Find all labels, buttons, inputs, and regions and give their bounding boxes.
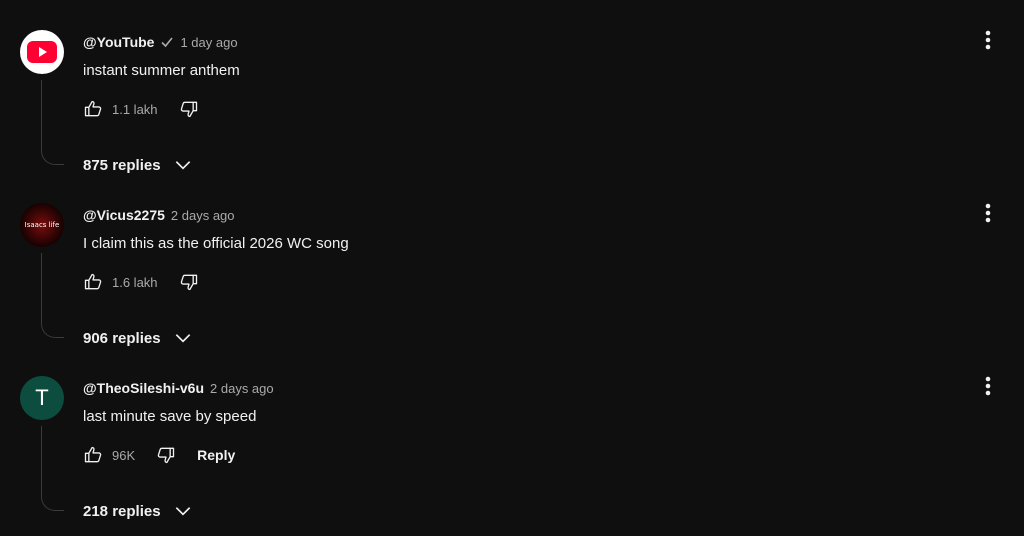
comment-text: I claim this as the official 2026 WC son… (83, 235, 349, 252)
avatar[interactable]: Isaacs life (20, 203, 64, 247)
more-vertical-icon[interactable] (976, 201, 1000, 225)
thumbs-up-icon[interactable] (82, 271, 104, 293)
thumbs-down-icon[interactable] (178, 271, 200, 293)
replies-count: 906 replies (83, 329, 161, 347)
comment-header: @YouTube 1 day ago (83, 34, 238, 50)
comment-timestamp[interactable]: 2 days ago (210, 381, 274, 396)
comment-text: instant summer anthem (83, 62, 240, 79)
avatar-letter: T (35, 385, 49, 410)
comment-thread: @YouTube 1 day ago instant summer anthem… (0, 0, 1024, 174)
author-name[interactable]: @TheoSileshi-v6u (83, 380, 204, 396)
comment-text: last minute save by speed (83, 408, 257, 425)
thumbs-up-icon[interactable] (82, 444, 104, 466)
checkmark-icon (160, 35, 174, 49)
thread-connector (41, 80, 64, 165)
author-name[interactable]: @YouTube (83, 34, 154, 50)
thumbs-down-icon[interactable] (155, 444, 177, 466)
comment-header: @Vicus2275 2 days ago (83, 207, 235, 223)
comment-timestamp[interactable]: 2 days ago (171, 208, 235, 223)
avatar[interactable] (20, 30, 64, 74)
more-vertical-icon[interactable] (976, 374, 1000, 398)
comment-thread: T @TheoSileshi-v6u 2 days ago last minut… (0, 346, 1024, 522)
like-count: 1.1 lakh (112, 101, 158, 117)
avatar-image-text: Isaacs life (24, 221, 60, 229)
author-name[interactable]: @Vicus2275 (83, 207, 165, 223)
thread-connector (41, 426, 64, 511)
replies-count: 218 replies (83, 502, 161, 520)
comment-actions: 96K Reply (82, 443, 235, 467)
thumbs-down-icon[interactable] (178, 98, 200, 120)
like-count: 96K (112, 447, 136, 463)
comment-timestamp[interactable]: 1 day ago (180, 35, 237, 50)
thread-connector (41, 253, 64, 338)
replies-count: 875 replies (83, 156, 161, 174)
chevron-down-icon (175, 507, 190, 516)
chevron-down-icon (175, 334, 190, 343)
view-replies-button[interactable]: 218 replies (83, 500, 193, 522)
comment-thread: Isaacs life @Vicus2275 2 days ago I clai… (0, 173, 1024, 347)
like-count: 1.6 lakh (112, 274, 158, 290)
thumbs-up-icon[interactable] (82, 98, 104, 120)
avatar[interactable]: T (20, 376, 64, 420)
youtube-logo-icon (27, 41, 57, 63)
chevron-down-icon (175, 161, 190, 170)
reply-button[interactable]: Reply (197, 447, 235, 463)
comments-section: @YouTube 1 day ago instant summer anthem… (0, 0, 1024, 536)
comment-actions: 1.6 lakh (82, 270, 200, 294)
comment-header: @TheoSileshi-v6u 2 days ago (83, 380, 274, 396)
comment-actions: 1.1 lakh (82, 97, 200, 121)
more-vertical-icon[interactable] (976, 28, 1000, 52)
